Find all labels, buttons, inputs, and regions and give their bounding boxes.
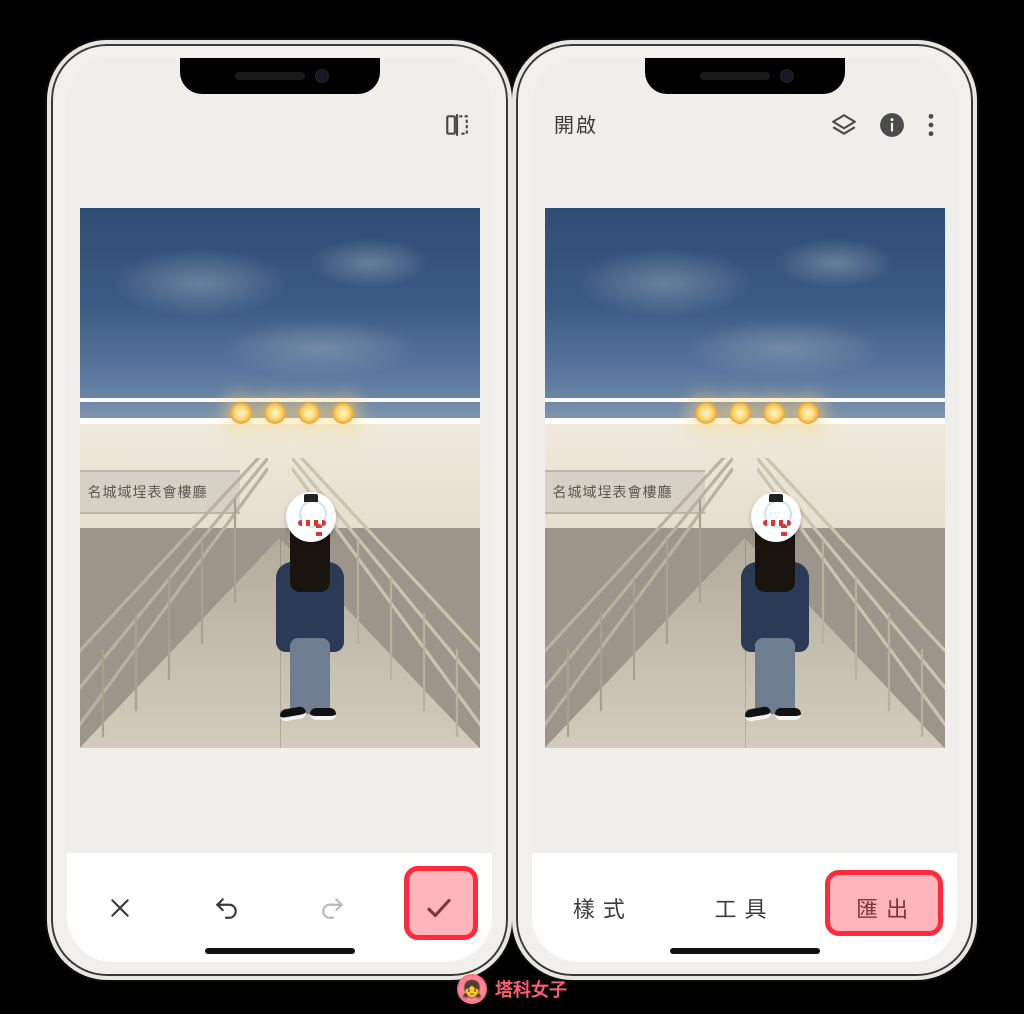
notch	[645, 58, 845, 94]
main-bottombar: 樣式 工具 匯出	[532, 852, 957, 962]
snapseed-main-screen: 開啟	[532, 58, 957, 962]
edited-photo: 名城域埕表會樓廳	[80, 208, 480, 748]
home-indicator	[670, 948, 820, 954]
tools-button[interactable]: 工具	[674, 892, 816, 924]
phone-right: 開啟	[512, 40, 977, 980]
notch	[180, 58, 380, 94]
info-icon[interactable]	[879, 112, 905, 138]
photo-canvas[interactable]: 名城域埕表會樓廳	[532, 148, 957, 852]
photo-canvas[interactable]: 名城域埕表會樓廳	[67, 148, 492, 852]
styles-button[interactable]: 樣式	[532, 892, 674, 924]
redo-button[interactable]	[280, 853, 386, 962]
building-sign: 名城域埕表會樓廳	[545, 470, 705, 514]
person	[270, 488, 350, 718]
snowman-sticker	[751, 492, 801, 542]
phone-left: 名城域埕表會樓廳	[47, 40, 512, 980]
undo-button[interactable]	[173, 853, 279, 962]
highlight-confirm	[404, 866, 478, 940]
snowman-sticker	[286, 492, 336, 542]
highlight-export	[825, 870, 943, 936]
screen: 名城域埕表會樓廳	[67, 58, 492, 962]
screen: 開啟	[532, 58, 957, 962]
open-button[interactable]: 開啟	[554, 109, 598, 138]
home-indicator	[205, 948, 355, 954]
watermark-text: 塔科女子	[495, 976, 567, 1002]
edited-photo: 名城域埕表會樓廳	[545, 208, 945, 748]
watermark: 👧 塔科女子	[457, 974, 567, 1004]
edit-bottombar	[67, 852, 492, 962]
snapseed-edit-screen: 名城域埕表會樓廳	[67, 58, 492, 962]
close-button[interactable]	[67, 853, 173, 962]
watermark-icon: 👧	[457, 974, 487, 1004]
phone-pair: 名城域埕表會樓廳	[0, 0, 1024, 980]
person	[735, 488, 815, 718]
layers-icon[interactable]	[831, 112, 857, 138]
compare-icon[interactable]	[444, 112, 470, 138]
building-sign: 名城域埕表會樓廳	[80, 470, 240, 514]
more-icon[interactable]	[927, 112, 935, 138]
